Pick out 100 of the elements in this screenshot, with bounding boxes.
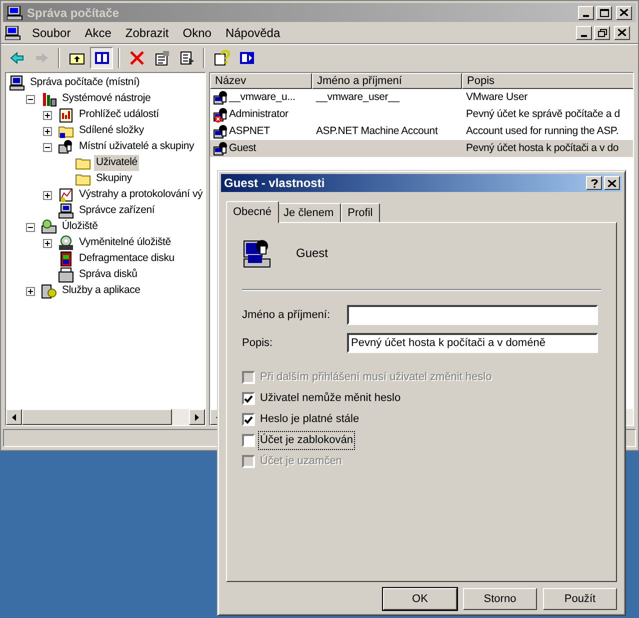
dialog-button[interactable]: Použít	[543, 588, 617, 610]
expander-icon[interactable]	[43, 190, 52, 200]
dialog-button[interactable]: OK	[383, 588, 457, 610]
user-name: Guest	[296, 245, 328, 262]
table-cell-text: Guest	[229, 140, 256, 156]
expander-icon[interactable]	[43, 126, 52, 136]
tab[interactable]: Je členem	[276, 203, 341, 222]
help-icon	[214, 50, 230, 66]
tree-item[interactable]: Správce zařízení	[77, 203, 157, 219]
panel-icon	[238, 50, 254, 66]
menu-item[interactable]: Zobrazit	[118, 22, 176, 44]
table-cell-text: __vmware_user__	[316, 90, 400, 105]
table-cell-text: VMware User	[466, 90, 528, 105]
tree-item[interactable]: Výstrahy a protokolování vý	[77, 187, 205, 203]
menu-item[interactable]: Nápověda	[218, 22, 288, 44]
expander-icon[interactable]	[26, 286, 35, 296]
minimize-button[interactable]	[578, 6, 594, 20]
close-button[interactable]	[614, 26, 630, 40]
tree-item[interactable]: Správa počítače (místní)	[28, 75, 142, 91]
close-button[interactable]	[616, 6, 632, 20]
right-arrow-icon	[195, 414, 199, 420]
checkbox[interactable]	[242, 434, 255, 447]
close-icon	[608, 180, 616, 186]
export-list-icon	[178, 50, 194, 66]
field-label: Jméno a příjmení:	[242, 308, 332, 323]
tree-item[interactable]: Vyměnitelné úložiště	[77, 235, 173, 251]
table-row[interactable]: ASPNET ASP.NET Machine Account Account used for running the ASP.	[210, 123, 633, 140]
tab[interactable]: Profil	[340, 203, 380, 222]
table-cell-text: Account used for running the ASP.	[466, 124, 619, 139]
tree-item[interactable]: Defragmentace disku	[77, 251, 176, 267]
left-arrow-icon	[12, 414, 16, 420]
table-cell-text: __vmware_u...	[229, 90, 296, 105]
delete-icon	[128, 50, 144, 66]
minimize-button[interactable]	[576, 26, 592, 40]
tree-item[interactable]: Úložiště	[60, 219, 100, 235]
tree-item[interactable]: Prohlížeč událostí	[77, 107, 161, 123]
tree-item[interactable]: Služby a aplikace	[60, 283, 142, 299]
dialog-button[interactable]: Storno	[463, 588, 537, 610]
users-icon	[58, 139, 74, 155]
menu-item[interactable]: Soubor	[25, 22, 78, 44]
expander-icon[interactable]	[43, 110, 52, 120]
table-cell-text: Pevný účet hosta k počítači a v do	[466, 140, 619, 156]
menu-item[interactable]: Okno	[176, 22, 218, 44]
column-header[interactable]: Jméno a příjmení	[312, 73, 462, 89]
checkbox-label: Účet je uzamčen	[259, 454, 343, 470]
column-header[interactable]: Popis	[462, 73, 633, 89]
question-mark-icon	[590, 178, 598, 188]
restore-icon	[598, 28, 606, 36]
close-icon	[620, 9, 628, 16]
drive-icon	[41, 219, 57, 235]
services-icon	[41, 283, 57, 299]
computer-icon	[58, 203, 74, 219]
expander-icon[interactable]	[43, 238, 52, 248]
maximize-button[interactable]	[596, 6, 612, 20]
horizontal-scrollbar[interactable]	[6, 409, 205, 425]
disc-icon	[58, 235, 74, 251]
menu-item[interactable]: Akce	[78, 22, 118, 44]
back-arrow-icon	[8, 50, 24, 66]
checkbox-label: Heslo je platné stále	[259, 412, 360, 428]
tools-icon	[41, 91, 57, 107]
table-cell-text: Pevný účet ke správě počítače a d	[466, 106, 620, 122]
checkbox[interactable]	[242, 413, 255, 426]
computer-icon	[5, 26, 21, 40]
table-row[interactable]: __vmware_u... __vmware_user__ VMware User	[210, 89, 633, 106]
checkbox[interactable]	[242, 392, 255, 405]
input-field[interactable]: Pevný účet hosta k počítači a v doméně	[347, 333, 598, 353]
restore-button[interactable]	[594, 26, 610, 40]
defragment-icon	[58, 251, 74, 267]
close-icon	[618, 29, 626, 36]
table-row[interactable]: Guest Pevný účet hosta k počítači a v do	[210, 140, 633, 157]
field-label: Popis:	[242, 336, 274, 351]
dialog-title: Guest - vlastnosti	[224, 175, 325, 192]
tree-item[interactable]: Skupiny	[94, 171, 134, 187]
column-header[interactable]: Název	[210, 73, 312, 89]
tree-item[interactable]: Uživatelé	[94, 155, 140, 171]
table-cell-text: Administrator	[229, 106, 288, 122]
properties-icon	[154, 50, 170, 66]
tree-item[interactable]: Sdílené složky	[77, 123, 146, 139]
input-field[interactable]	[347, 305, 598, 325]
table-cell-text: ASPNET	[229, 124, 270, 139]
chart-icon	[58, 187, 74, 203]
checkbox-label: Při dalším přihlášení musí uživatel změnit heslo	[259, 370, 493, 386]
table-cell-text: ASP.NET Machine Account	[316, 124, 438, 139]
expander-icon[interactable]	[26, 94, 35, 104]
panel-icon	[94, 50, 110, 66]
disk-icon	[58, 267, 74, 283]
tree-item[interactable]: Systémové nástroje	[60, 91, 153, 107]
checkbox-label: Uživatel nemůže měnit heslo	[259, 391, 402, 406]
checkbox-label: Účet je zablokován	[259, 432, 354, 449]
help-button[interactable]	[586, 176, 602, 190]
computer-icon	[7, 6, 23, 20]
computer-icon	[9, 75, 25, 91]
window-title: Správa počítače	[27, 4, 120, 22]
expander-icon[interactable]	[43, 142, 52, 152]
expander-icon[interactable]	[26, 222, 35, 232]
tab[interactable]: Obecné	[226, 201, 279, 223]
tree-item[interactable]: Správa disků	[77, 267, 140, 283]
tree-item[interactable]: Místní uživatelé a skupiny	[77, 139, 196, 155]
toolbar-button[interactable]	[90, 46, 113, 68]
close-button[interactable]	[604, 176, 620, 190]
